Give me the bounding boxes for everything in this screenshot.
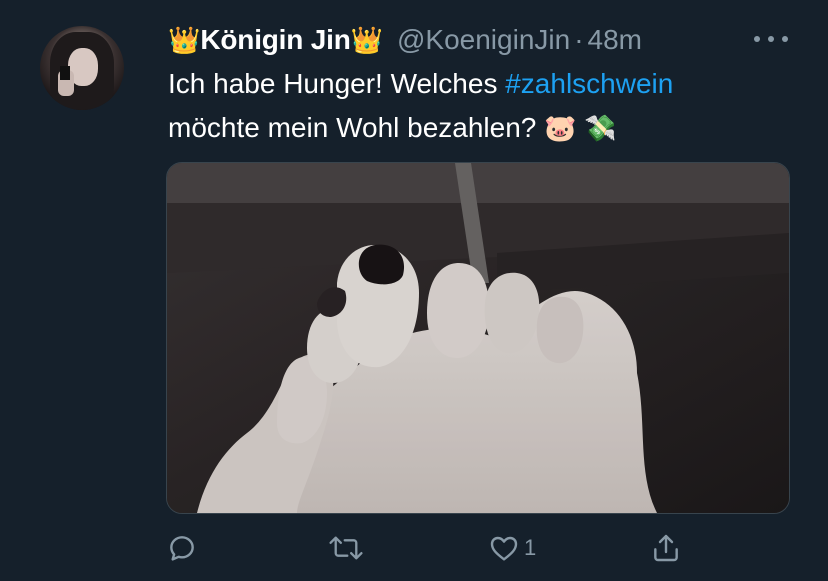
more-options-icon[interactable] bbox=[754, 26, 788, 52]
hashtag-link[interactable]: #zahlschwein bbox=[505, 68, 673, 99]
user-handle[interactable]: @KoeniginJin bbox=[397, 24, 570, 56]
reply-button[interactable] bbox=[166, 528, 198, 568]
separator-dot: · bbox=[574, 24, 584, 55]
retweet-icon bbox=[329, 536, 363, 560]
heart-icon bbox=[490, 536, 518, 561]
tweet-text-line2: möchte mein Wohl bezahlen? bbox=[168, 112, 545, 143]
crown-emoji: 👑 bbox=[168, 24, 201, 55]
money-wings-emoji: 💸 bbox=[584, 113, 617, 143]
tweet[interactable]: 👑 Königin Jin 👑 @KoeniginJin · 48m Ich h… bbox=[0, 0, 828, 581]
tweet-text: Ich habe Hunger! Welches #zahlschwein mö… bbox=[168, 62, 808, 150]
photo-illustration bbox=[167, 163, 789, 513]
tweet-header: 👑 Königin Jin 👑 @KoeniginJin · 48m bbox=[168, 20, 642, 60]
timestamp[interactable]: 48m bbox=[588, 24, 642, 56]
avatar[interactable] bbox=[40, 26, 124, 110]
like-count: 1 bbox=[524, 535, 537, 560]
reply-icon bbox=[170, 536, 194, 561]
tweet-media-image[interactable] bbox=[166, 162, 790, 514]
tweet-actions: 1 bbox=[166, 528, 788, 568]
display-name[interactable]: Königin Jin bbox=[200, 24, 350, 56]
retweet-button[interactable] bbox=[328, 528, 364, 568]
pig-emoji: 🐷 bbox=[544, 113, 577, 143]
share-icon bbox=[654, 534, 678, 562]
tweet-text-line1: Ich habe Hunger! Welches bbox=[168, 68, 506, 99]
crown-emoji: 👑 bbox=[350, 24, 383, 55]
share-button[interactable] bbox=[650, 528, 682, 568]
like-button[interactable]: 1 bbox=[488, 528, 536, 568]
